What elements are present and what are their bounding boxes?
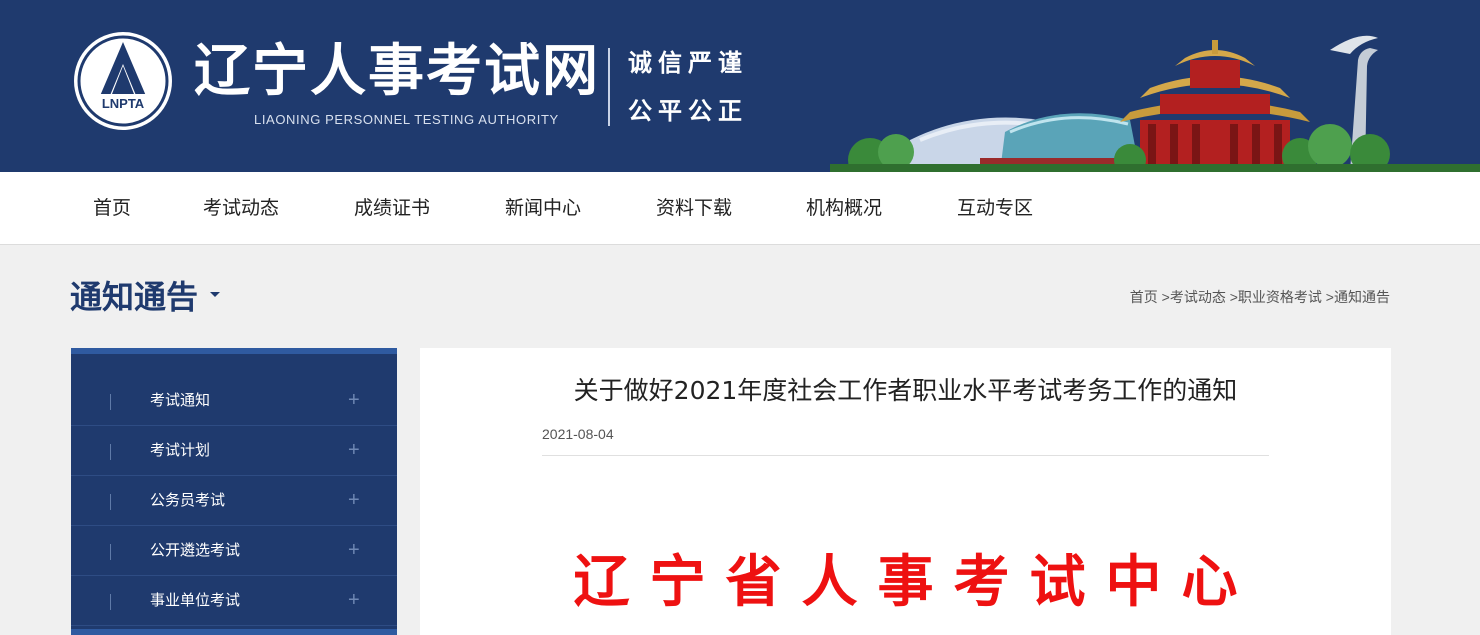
article-panel: 关于做好2021年度社会工作者职业水平考试考务工作的通知 2021-08-04 … — [420, 348, 1391, 635]
main-nav: 首页 考试动态 成绩证书 新闻中心 资料下载 机构概况 互动专区 — [0, 172, 1480, 245]
sidebar-item-label: 考试计划 — [150, 442, 211, 459]
nav-item-news-center[interactable]: 新闻中心 — [505, 172, 581, 245]
nav-item-downloads[interactable]: 资料下载 — [656, 172, 732, 245]
article-divider — [542, 455, 1269, 456]
breadcrumb-exam-news[interactable]: 考试动态 — [1170, 289, 1226, 305]
plus-icon[interactable]: + — [348, 588, 360, 612]
sidebar-item-marker — [110, 594, 111, 610]
sidebar-item-marker — [110, 444, 111, 460]
sidebar-item-exam-notices[interactable]: 考试通知 + — [71, 376, 397, 426]
sidebar-item-marker — [110, 394, 111, 410]
nav-item-scores-certificates[interactable]: 成绩证书 — [354, 172, 430, 245]
site-title[interactable]: 辽宁人事考试网 — [194, 40, 600, 104]
breadcrumb-separator: > — [1225, 289, 1238, 305]
sidebar-item-open-selection-exam[interactable]: 公开遴选考试 + — [71, 526, 397, 576]
motto-line-1: 诚信严谨 — [628, 49, 748, 77]
article-title: 关于做好2021年度社会工作者职业水平考试考务工作的通知 — [573, 376, 1238, 405]
sidebar-item-civil-servant-exam[interactable]: 公务员考试 + — [71, 476, 397, 526]
sidebar-item-public-institution-exam[interactable]: 事业单位考试 + — [71, 576, 397, 626]
sidebar-item-label: 考试通知 — [150, 392, 211, 409]
breadcrumb-separator: > — [1157, 289, 1170, 305]
city-scenery-illustration — [830, 35, 1480, 172]
breadcrumb-separator: > — [1321, 289, 1334, 305]
article-date: 2021-08-04 — [542, 426, 614, 442]
motto-line-2: 公平公正 — [628, 97, 748, 125]
breadcrumb-home[interactable]: 首页 — [1130, 289, 1158, 305]
plus-icon[interactable]: + — [348, 438, 360, 462]
sidebar-item-active[interactable] — [71, 629, 397, 635]
sidebar-item-label: 公开遴选考试 — [150, 542, 241, 559]
plus-icon[interactable]: + — [348, 538, 360, 562]
nav-item-exam-news[interactable]: 考试动态 — [203, 172, 279, 245]
breadcrumb-notices[interactable]: 通知通告 — [1334, 289, 1390, 305]
sidebar-item-label: 公务员考试 — [150, 492, 226, 509]
plus-icon[interactable]: + — [348, 488, 360, 512]
plus-icon[interactable]: + — [348, 388, 360, 412]
nav-item-home[interactable]: 首页 — [93, 172, 131, 245]
logo-emblem-icon: LNPTA — [77, 35, 169, 127]
sidebar-item-marker — [110, 544, 111, 560]
caret-down-icon[interactable] — [210, 292, 220, 297]
sidebar-item-label: 事业单位考试 — [150, 592, 241, 609]
sidebar-item-marker — [110, 494, 111, 510]
article-red-heading: 辽宁省人事考试中心 — [573, 550, 1258, 615]
sidebar-item-exam-plan[interactable]: 考试计划 + — [71, 426, 397, 476]
site-logo-icon[interactable]: LNPTA — [74, 32, 172, 130]
sidebar-menu: 考试通知 + 考试计划 + 公务员考试 + 公开遴选考试 + 事业单位考试 + — [71, 348, 397, 635]
breadcrumb: 首页 >考试动态 >职业资格考试 >通知通告 — [1130, 287, 1390, 307]
logo-badge-text: LNPTA — [102, 96, 145, 111]
site-subtitle: LIAONING PERSONNEL TESTING AUTHORITY — [254, 112, 559, 127]
section-title: 通知通告 — [70, 278, 199, 316]
nav-item-about[interactable]: 机构概况 — [806, 172, 882, 245]
header-banner: LNPTA 辽宁人事考试网 LIAONING PERSONNEL TESTING… — [0, 0, 1480, 172]
breadcrumb-professional-exams[interactable]: 职业资格考试 — [1238, 289, 1322, 305]
nav-item-interaction[interactable]: 互动专区 — [957, 172, 1033, 245]
header-divider — [608, 48, 610, 126]
